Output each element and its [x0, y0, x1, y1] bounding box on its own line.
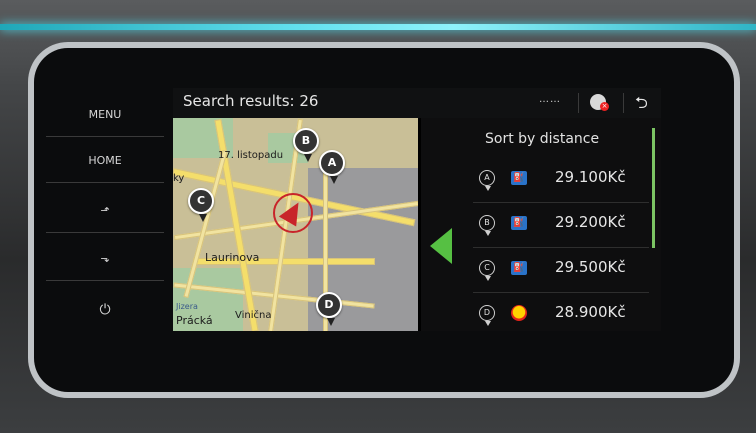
power-icon: ⏻ — [99, 302, 111, 318]
result-marker-icon: C — [479, 260, 495, 281]
result-marker-icon: A — [479, 170, 495, 191]
page-title: Search results: 26 — [183, 92, 319, 110]
result-marker-icon: B — [479, 215, 495, 236]
fuel-station-icon: ⛽ — [511, 171, 527, 185]
fuel-station-icon: ⛽ — [511, 261, 527, 275]
previous-button[interactable]: ⬏ — [46, 188, 164, 233]
fuel-station-icon: ⛽ — [511, 216, 527, 230]
signal-strength-icon: …… — [539, 94, 561, 105]
list-item[interactable]: D 28.900Kč — [473, 293, 649, 331]
map-label: 17. listopadu — [218, 150, 284, 161]
map-label: ky — [173, 173, 185, 184]
map-pin-b[interactable]: B — [293, 128, 319, 162]
fuel-price: 29.500Kč — [555, 258, 626, 276]
menu-button[interactable]: MENU — [46, 92, 164, 137]
map-label: Laurinova — [205, 251, 260, 264]
fuel-price: 29.200Kč — [555, 213, 626, 231]
top-bar: Search results: 26 …… × ⮌ — [173, 88, 661, 118]
map-list-divider — [418, 118, 421, 331]
current-position-marker — [273, 193, 313, 233]
map-label: Vinična — [235, 310, 272, 321]
screen: Search results: 26 …… × ⮌ 17. listopadu … — [173, 88, 661, 331]
back-button[interactable]: ⮌ — [635, 92, 648, 119]
ambient-light-strip — [0, 24, 756, 30]
next-icon: ⬎ — [100, 251, 110, 265]
list-item[interactable]: C ⛽ 29.500Kč — [473, 248, 649, 293]
navigation-arrow-icon — [278, 197, 308, 227]
map-label: Jizera — [176, 302, 198, 311]
shell-icon — [511, 305, 527, 321]
fuel-price: 29.100Kč — [555, 168, 626, 186]
gps-error-icon: × — [600, 102, 609, 111]
home-button[interactable]: HOME — [46, 138, 164, 183]
scrollbar[interactable] — [652, 128, 655, 248]
power-button[interactable]: ⏻ — [46, 288, 164, 332]
list-item[interactable]: B ⛽ 29.200Kč — [473, 203, 649, 248]
result-marker-icon: D — [479, 305, 495, 326]
map-view[interactable]: 17. listopadu ky Laurinova Jizera Prácká… — [173, 118, 418, 331]
previous-icon: ⬏ — [100, 203, 110, 217]
fuel-price: 28.900Kč — [555, 303, 626, 321]
sort-by-distance-button[interactable]: Sort by distance — [485, 131, 599, 147]
topbar-divider — [578, 93, 579, 113]
map-pin-c[interactable]: C — [188, 188, 214, 222]
map-pin-d[interactable]: D — [316, 292, 342, 326]
next-button[interactable]: ⬎ — [46, 236, 164, 281]
list-item[interactable]: A ⛽ 29.100Kč — [473, 158, 649, 203]
collapse-list-arrow-icon[interactable] — [430, 228, 452, 264]
map-pin-a[interactable]: A — [319, 150, 345, 184]
topbar-divider — [623, 93, 624, 113]
map-label: Prácká — [176, 314, 213, 327]
